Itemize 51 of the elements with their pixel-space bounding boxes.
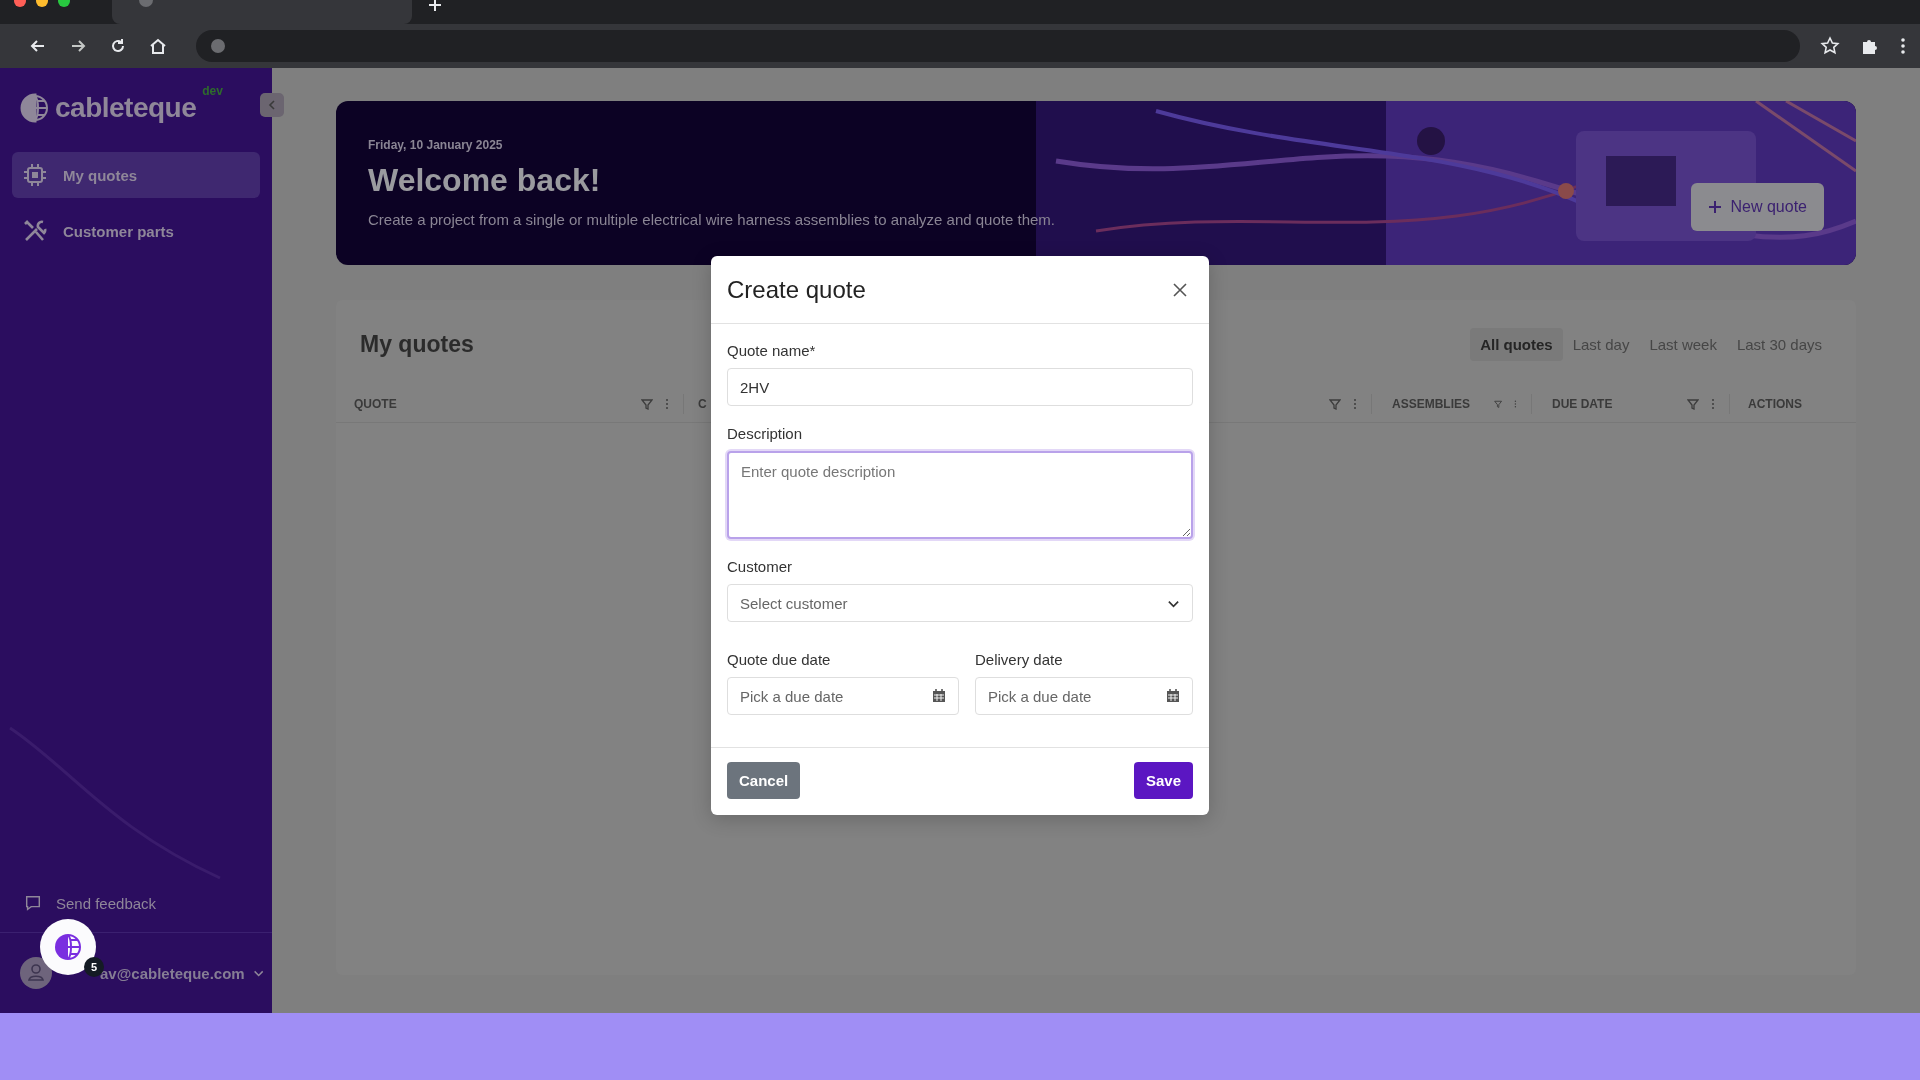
- feedback-icon: [24, 894, 42, 912]
- column-header: ACTIONS: [1748, 397, 1802, 411]
- section-title: My quotes: [360, 330, 474, 358]
- dialog-title: Create quote: [727, 275, 866, 304]
- globe-icon: [210, 38, 226, 54]
- date-filter-tab[interactable]: Last day: [1562, 327, 1640, 361]
- date-picker-field[interactable]: Pick a due date: [975, 677, 1193, 715]
- filter-icon[interactable]: [641, 398, 653, 410]
- column-header: ASSEMBLIES: [1392, 397, 1470, 411]
- banner-title: Welcome back!: [368, 162, 602, 199]
- bookmark-star-icon[interactable]: [1820, 36, 1840, 56]
- quote-name-input[interactable]: 2HV: [727, 368, 1193, 406]
- tools-icon: [23, 219, 47, 243]
- chip-icon: [23, 163, 47, 187]
- filter-icon[interactable]: [1329, 398, 1341, 410]
- banner-subtitle: Create a project from a single or multiple electrical wire harness assemblies to analyze and quote them.: [368, 211, 1055, 228]
- save-button[interactable]: Save: [1133, 762, 1193, 799]
- field-label: Delivery date: [975, 651, 1064, 668]
- date-filter-tab[interactable]: Last week: [1639, 327, 1727, 361]
- environment-label: dev: [202, 84, 223, 98]
- calendar-icon[interactable]: [1166, 689, 1180, 703]
- field-label: Description: [727, 425, 804, 442]
- field-label: Quote due date: [727, 651, 832, 668]
- plus-icon[interactable]: [1707, 200, 1722, 214]
- assistant-button[interactable]: [40, 919, 96, 975]
- home-icon[interactable]: [148, 36, 168, 56]
- logo-text: cableteque: [55, 92, 197, 124]
- logo-icon: [20, 93, 50, 123]
- logo-icon[interactable]: [53, 932, 83, 962]
- filter-icon[interactable]: [1687, 398, 1699, 410]
- send-feedback-link[interactable]: Send feedback: [0, 886, 272, 920]
- sidebar-item[interactable]: Customer parts: [12, 208, 260, 254]
- description-textarea[interactable]: Enter quote description: [727, 451, 1193, 539]
- calendar-icon[interactable]: [932, 689, 946, 703]
- date-filter-tab[interactable]: Last 30 days: [1726, 327, 1832, 361]
- field-label: Customer: [727, 558, 794, 575]
- sidebar-item[interactable]: My quotes: [12, 152, 260, 198]
- banner-date: Friday, 10 January 2025: [368, 138, 504, 152]
- date-picker-field[interactable]: Pick a due date: [727, 677, 959, 715]
- column-header: C: [698, 397, 707, 411]
- field-label: Quote name*: [727, 342, 817, 359]
- new-tab-icon[interactable]: [427, 0, 443, 13]
- new-quote-button[interactable]: New quote: [1690, 183, 1824, 231]
- menu-icon[interactable]: [1900, 36, 1906, 56]
- cancel-button[interactable]: Cancel: [727, 762, 801, 799]
- column-header: QUOTE: [354, 397, 397, 411]
- customer-select[interactable]: Select customer: [727, 584, 1193, 622]
- column-header: DUE DATE: [1552, 397, 1613, 411]
- column-menu-icon[interactable]: [1514, 398, 1517, 410]
- date-filter-tab[interactable]: All quotes: [1470, 327, 1563, 361]
- avatar-icon[interactable]: [20, 957, 52, 989]
